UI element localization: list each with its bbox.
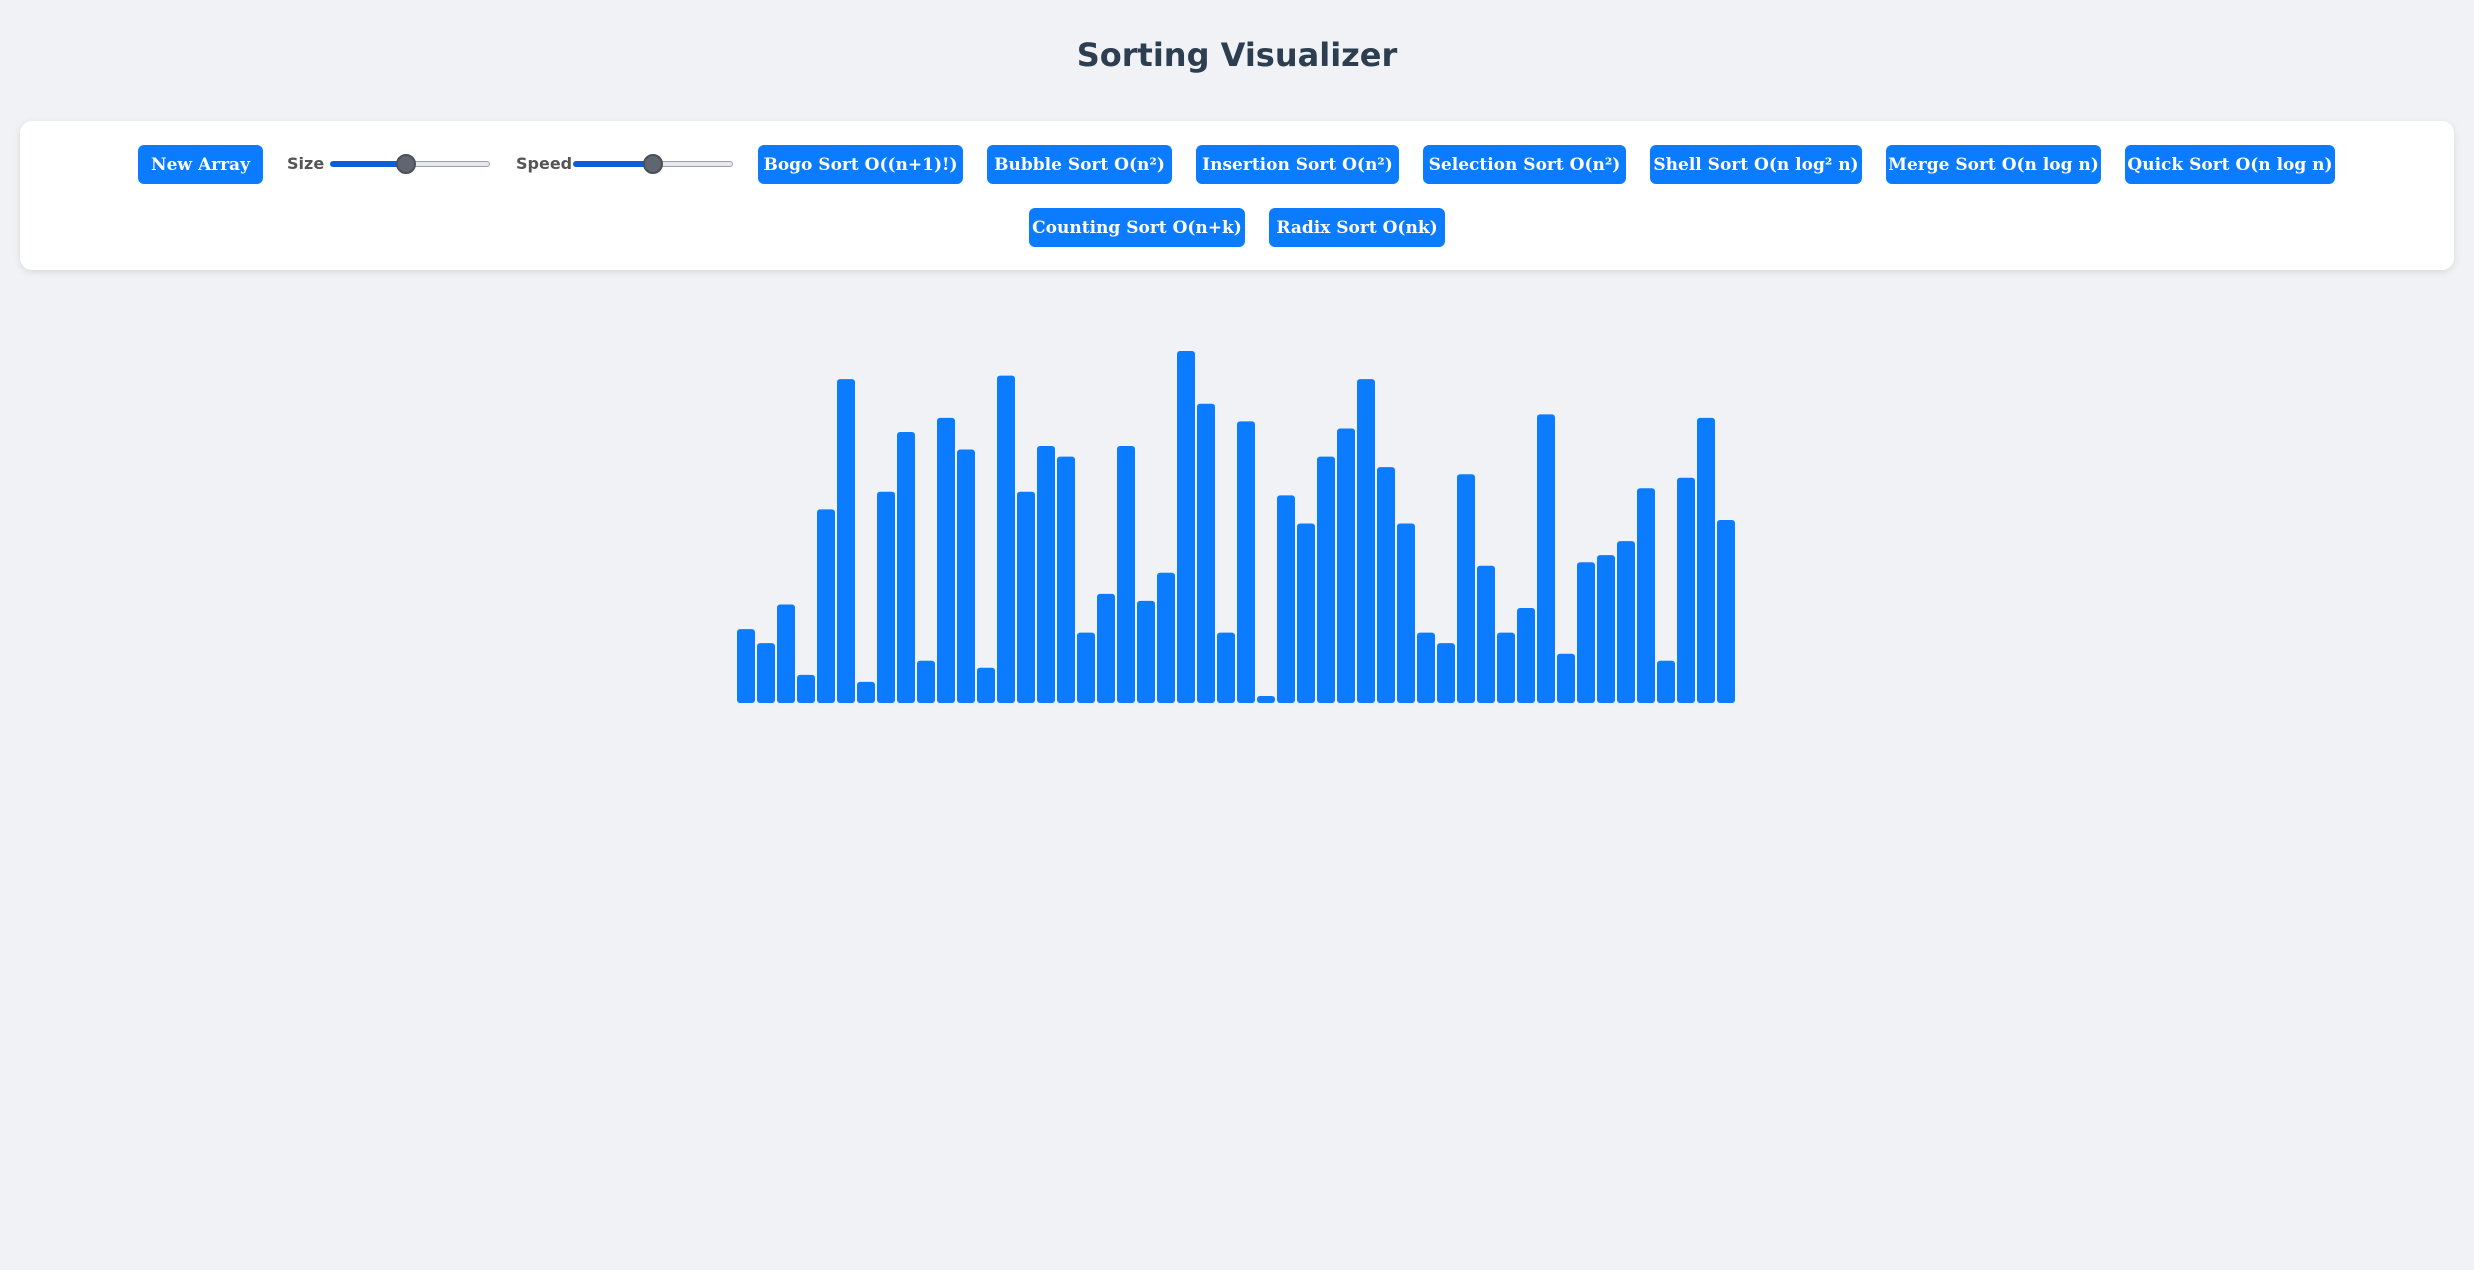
array-bar <box>1337 428 1355 703</box>
array-bar <box>1697 417 1715 703</box>
array-bar <box>1677 477 1695 703</box>
array-bar <box>777 604 795 703</box>
array-bar <box>1497 632 1515 703</box>
array-bar <box>837 379 855 703</box>
array-bar <box>1597 555 1615 703</box>
array-bar <box>937 417 955 703</box>
array-bar <box>1357 379 1375 703</box>
array-bar <box>1477 565 1495 703</box>
array-bar <box>1617 541 1635 703</box>
array-bar <box>757 643 775 703</box>
array-bar <box>1377 467 1395 703</box>
array-bar <box>1517 607 1535 703</box>
array-bar <box>1277 495 1295 703</box>
array-bar <box>1137 600 1155 703</box>
array-bar <box>1397 523 1415 703</box>
array-bar <box>877 491 895 703</box>
array-bar <box>1437 643 1455 703</box>
array-bar <box>1097 593 1115 703</box>
array-bar <box>917 660 935 703</box>
array-bar <box>1317 456 1335 703</box>
array-bar <box>1557 653 1575 703</box>
array-bar <box>977 667 995 703</box>
array-bar <box>797 674 815 703</box>
array-bar <box>1157 572 1175 703</box>
array-bar <box>1237 421 1255 703</box>
array-bar <box>1217 632 1235 703</box>
array-bar <box>1417 632 1435 703</box>
array-bar <box>817 509 835 703</box>
array-bar <box>1257 695 1275 703</box>
array-bar <box>857 681 875 703</box>
array-bars <box>737 351 1735 703</box>
array-bar <box>1297 523 1315 703</box>
array-bar <box>1197 403 1215 703</box>
array-bar <box>1077 632 1095 703</box>
array-bar <box>1537 414 1555 703</box>
array-bar <box>1637 488 1655 703</box>
array-bar <box>1457 474 1475 703</box>
array-bar <box>957 449 975 703</box>
array-bar <box>1117 446 1135 703</box>
array-bar <box>1577 562 1595 703</box>
array-bar <box>1037 446 1055 703</box>
array-bar <box>1657 660 1675 703</box>
array-bar <box>1057 456 1075 703</box>
array-bar <box>1177 351 1195 703</box>
array-bar <box>897 431 915 703</box>
array-bar <box>997 375 1015 703</box>
array-bar <box>737 629 755 703</box>
array-bar <box>1017 491 1035 703</box>
array-bar <box>1717 519 1735 703</box>
